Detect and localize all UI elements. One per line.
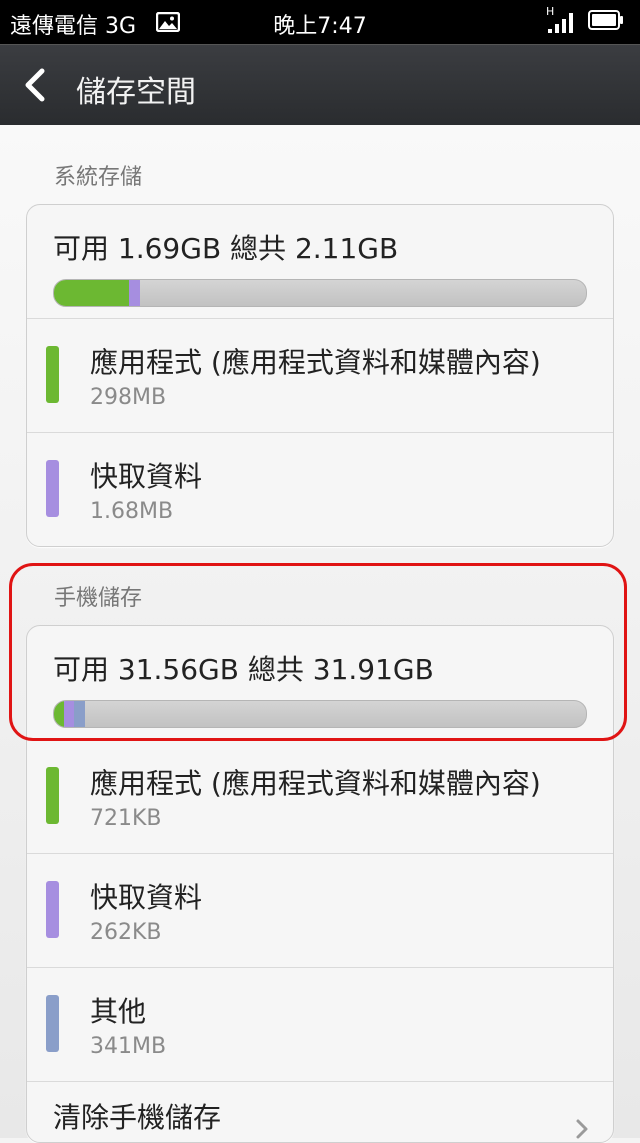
system-apps-row[interactable]: 應用程式 (應用程式資料和媒體內容) 298MB <box>27 318 613 432</box>
phone-apps-label: 應用程式 (應用程式資料和媒體內容) <box>90 767 541 800</box>
clock: 晚上7:47 <box>273 14 367 39</box>
phone-other-row[interactable]: 其他 341MB <box>27 967 613 1081</box>
apps-color-swatch <box>46 346 59 403</box>
phone-cache-row[interactable]: 快取資料 262KB <box>27 853 613 967</box>
system-storage-summary: 可用 1.69GB 總共 2.11GB <box>27 205 613 318</box>
cache-color-swatch <box>46 881 59 938</box>
apps-color-swatch <box>46 767 59 824</box>
content-area: 系統存儲 可用 1.69GB 總共 2.11GB 應用程式 (應用程式資料和媒體… <box>0 125 640 1143</box>
battery-icon <box>588 10 624 36</box>
system-bar-apps-segment <box>54 280 129 306</box>
phone-cache-size: 262KB <box>90 920 162 945</box>
other-color-swatch <box>46 995 59 1052</box>
clear-phone-storage-button[interactable]: 清除手機儲存 <box>27 1081 613 1142</box>
phone-other-size: 341MB <box>90 1034 167 1059</box>
title-bar: 儲存空間 <box>0 44 640 126</box>
system-cache-row[interactable]: 快取資料 1.68MB <box>27 432 613 546</box>
system-storage-usage-bar <box>53 279 587 307</box>
system-cache-label: 快取資料 <box>90 460 203 493</box>
phone-apps-row[interactable]: 應用程式 (應用程式資料和媒體內容) 721KB <box>27 739 613 853</box>
cache-color-swatch <box>46 460 59 517</box>
signal-icon: H <box>546 5 578 35</box>
page-title: 儲存空間 <box>76 75 196 110</box>
system-bar-cache-segment <box>129 280 140 306</box>
phone-cache-label: 快取資料 <box>90 881 203 914</box>
status-bar: 遠傳電信 3G 晚上7:47 H <box>0 0 640 44</box>
highlight-annotation <box>9 563 627 741</box>
system-apps-label: 應用程式 (應用程式資料和媒體內容) <box>90 346 541 379</box>
back-button[interactable] <box>20 63 60 107</box>
system-apps-size: 298MB <box>90 385 167 410</box>
phone-other-label: 其他 <box>90 995 147 1028</box>
system-storage-label: 系統存儲 <box>54 165 143 190</box>
system-storage-card: 可用 1.69GB 總共 2.11GB 應用程式 (應用程式資料和媒體內容) 2… <box>26 204 614 547</box>
system-cache-size: 1.68MB <box>90 499 174 524</box>
phone-apps-size: 721KB <box>90 806 162 831</box>
status-icons: H <box>546 5 624 36</box>
system-storage-summary-text: 可用 1.69GB 總共 2.11GB <box>53 232 399 265</box>
chevron-right-icon <box>576 1119 588 1139</box>
clear-phone-storage-label: 清除手機儲存 <box>53 1101 222 1134</box>
back-arrow-icon <box>25 68 45 102</box>
